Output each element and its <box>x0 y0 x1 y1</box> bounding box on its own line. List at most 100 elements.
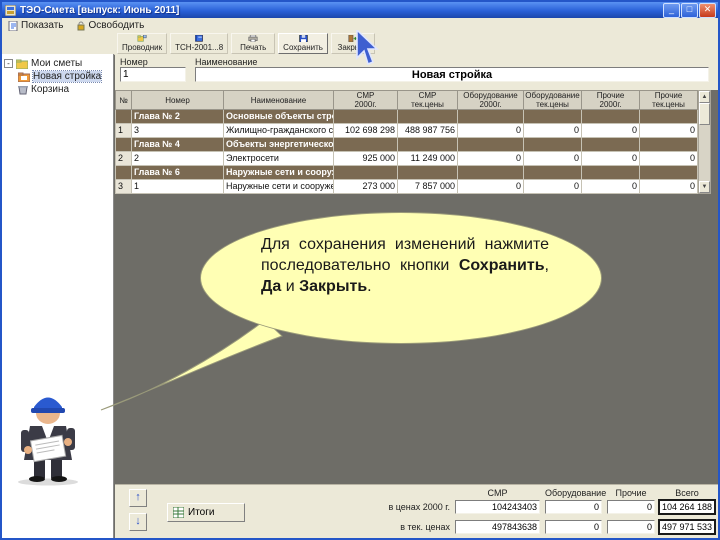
table-cell <box>334 110 398 124</box>
table-cell: 0 <box>640 152 698 166</box>
totals-col-label-smr: СМР <box>487 488 508 498</box>
table-cell <box>115 166 132 180</box>
table-scrollbar[interactable]: ▲ ▼ <box>698 90 711 194</box>
printer-icon <box>248 35 258 42</box>
table-cell: Наружные сети и сооружения вод... <box>224 180 334 194</box>
explorer-button[interactable]: Проводник <box>117 33 168 54</box>
table-cell: 2 <box>132 152 224 166</box>
table-cell: 925 000 <box>334 152 398 166</box>
estimates-table: № Номер Наименование СМР 2000г. СМР тек.цены Об… <box>115 90 698 194</box>
tree-item-new-stroyka[interactable]: Новая стройка <box>4 70 113 83</box>
table-cell <box>458 166 524 180</box>
table-cell <box>458 110 524 124</box>
tree-item-label: Мои сметы <box>31 58 83 69</box>
table-cell: 0 <box>640 124 698 138</box>
table-cell: Жилищно-гражданского строительства... <box>224 124 334 138</box>
table-cell <box>640 110 698 124</box>
show-button-label: Показать <box>21 20 64 31</box>
table-cell: 0 <box>582 124 640 138</box>
tree-item-recycle[interactable]: Корзина <box>4 83 113 96</box>
release-button[interactable]: Освободить <box>72 19 149 32</box>
table-cell: 0 <box>458 124 524 138</box>
minimize-button[interactable]: _ <box>663 3 680 18</box>
scroll-up-arrow[interactable]: ▲ <box>699 91 710 103</box>
table-cell: Глава № 6 <box>132 166 224 180</box>
number-input[interactable] <box>120 67 186 82</box>
window-controls: _ □ ✕ <box>663 3 716 18</box>
save-button[interactable]: Сохранить <box>278 33 328 54</box>
table-cell: 3 <box>115 180 132 194</box>
table-cell: 0 <box>582 152 640 166</box>
number-label: Номер <box>120 57 148 67</box>
folder-icon <box>16 59 28 69</box>
app-window: ТЭО-Смета [выпуск: Июнь 2011] _ □ ✕ Пока… <box>0 0 720 540</box>
bubble-close-keyword: Закрыть <box>299 278 368 296</box>
table-row[interactable]: Глава № 2Основные объекты строите... <box>115 110 698 124</box>
table-cell <box>524 110 582 124</box>
tree-item-label: Корзина <box>31 84 70 95</box>
explorer-button-label: Проводник <box>122 43 163 52</box>
table-cell <box>398 110 458 124</box>
column-header: СМР 2000г. <box>334 90 398 110</box>
table-cell <box>334 166 398 180</box>
totals-row-label-current: в тек. ценах <box>400 522 450 532</box>
table-cell <box>398 166 458 180</box>
table-cell <box>640 138 698 152</box>
tsn-button[interactable]: ТСН-2001...8 <box>170 33 229 54</box>
save-button-label: Сохранить <box>283 43 323 52</box>
table-cell <box>458 138 524 152</box>
print-button[interactable]: Печать <box>231 33 276 54</box>
tree-expander-icon[interactable]: - <box>4 59 13 68</box>
table-row[interactable]: Глава № 4Объекты энергетического х... <box>115 138 698 152</box>
totals-col-label-equipment: Оборудование <box>545 488 607 498</box>
totals-down-button[interactable]: ↓ <box>129 513 147 531</box>
bubble-segment: и <box>281 278 300 296</box>
close-button[interactable]: ✕ <box>699 3 716 18</box>
diskette-icon <box>298 35 308 42</box>
column-header: Оборудование тек.цены <box>524 90 582 110</box>
table-cell: 0 <box>458 152 524 166</box>
table-cell: Электросети <box>224 152 334 166</box>
table-cell: 0 <box>582 180 640 194</box>
itogi-button[interactable]: Итоги <box>167 503 245 522</box>
mouse-cursor-icon <box>356 30 380 66</box>
table-cell: 0 <box>524 124 582 138</box>
table-cell: 3 <box>132 124 224 138</box>
table-row[interactable]: 31Наружные сети и сооружения вод...273 0… <box>115 180 698 194</box>
name-input[interactable] <box>195 67 709 82</box>
totals-equipment-current-field <box>545 520 602 534</box>
table-cell: 273 000 <box>334 180 398 194</box>
form-strip: Номер Наименование <box>115 54 718 90</box>
show-button[interactable]: Показать <box>4 19 68 32</box>
totals-up-button[interactable]: ↑ <box>129 489 147 507</box>
totals-total-2000-field <box>658 499 716 515</box>
folder-open-icon <box>18 72 30 82</box>
table-cell: Наружные сети и сооруж... <box>224 166 334 180</box>
column-header: Номер <box>132 90 224 110</box>
table-cell: 11 249 000 <box>398 152 458 166</box>
totals-equipment-2000-field <box>545 500 602 514</box>
totals-col-label-other: Прочие <box>615 488 647 498</box>
sum-grid-icon <box>173 507 184 518</box>
table-cell: Основные объекты строите... <box>224 110 334 124</box>
table-row[interactable]: Глава № 6 Наружные сети и сооруж... <box>115 166 698 180</box>
table-cell: 102 698 298 <box>334 124 398 138</box>
table-header-row: № Номер Наименование СМР 2000г. СМР тек.цены Об… <box>115 90 698 110</box>
scroll-thumb[interactable] <box>699 103 710 125</box>
itogi-button-label: Итоги <box>188 507 215 518</box>
column-header: СМР тек.цены <box>398 90 458 110</box>
tree-item-my-estimates[interactable]: - Мои сметы <box>4 57 113 70</box>
table-cell: 0 <box>458 180 524 194</box>
totals-smr-current-field <box>455 520 540 534</box>
table-row[interactable]: 13Жилищно-гражданского строительства...1… <box>115 124 698 138</box>
table-cell <box>524 138 582 152</box>
table-cell: 7 857 000 <box>398 180 458 194</box>
table-row[interactable]: 2 2 Электросети 925 000 11 249 000 0 0 0 0 <box>115 152 698 166</box>
table-cell <box>115 138 132 152</box>
totals-total-current-field <box>658 519 716 535</box>
totals-other-current-field <box>607 520 655 534</box>
presenter-clipart <box>18 397 78 486</box>
scroll-down-arrow[interactable]: ▼ <box>699 181 710 193</box>
maximize-button[interactable]: □ <box>681 3 698 18</box>
column-header: Прочие тек.цены <box>640 90 698 110</box>
